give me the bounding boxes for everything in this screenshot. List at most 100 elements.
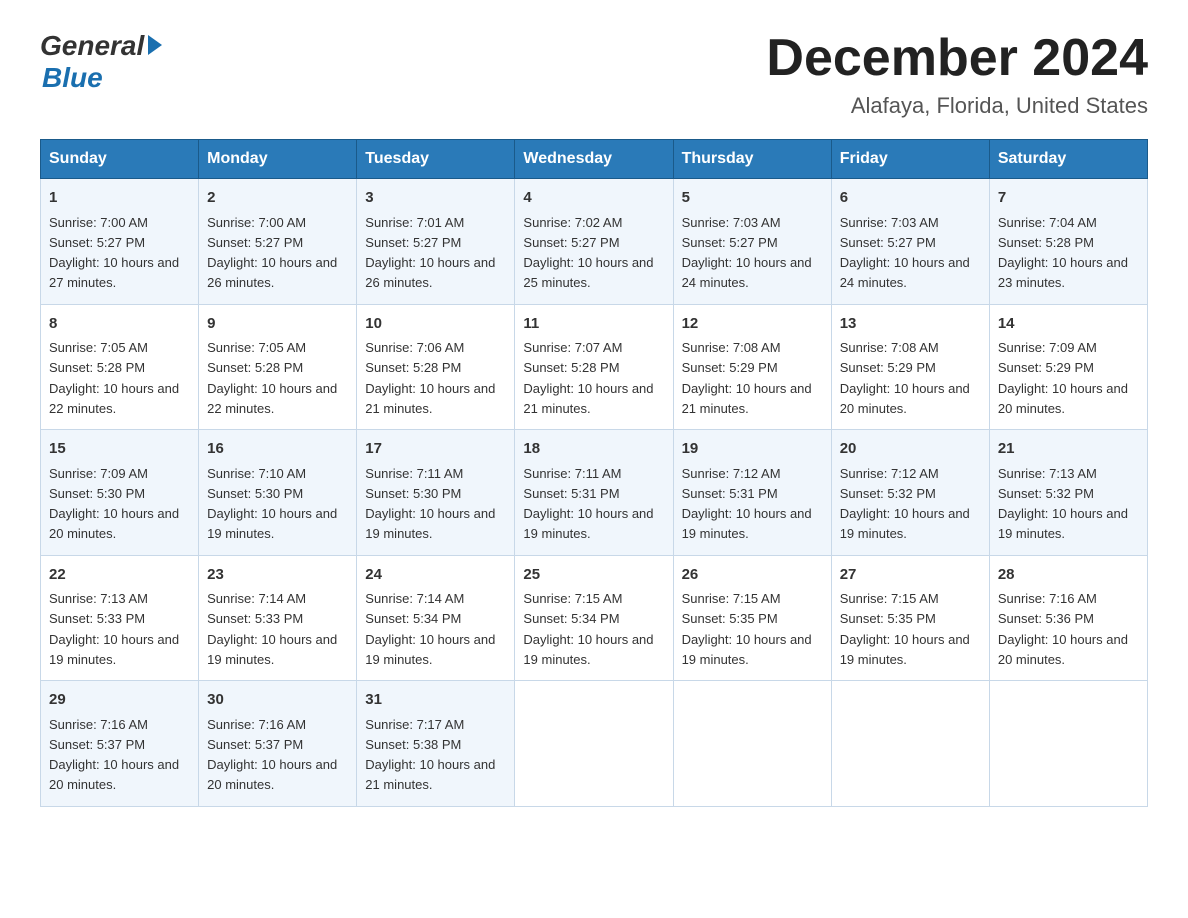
calendar-week-row: 15 Sunrise: 7:09 AMSunset: 5:30 PMDaylig… [41, 430, 1148, 556]
calendar-header-row: Sunday Monday Tuesday Wednesday Thursday… [41, 140, 1148, 179]
calendar-day-cell: 27 Sunrise: 7:15 AMSunset: 5:35 PMDaylig… [831, 555, 989, 681]
day-number: 16 [207, 438, 348, 461]
day-number: 29 [49, 689, 190, 712]
day-info: Sunrise: 7:11 AMSunset: 5:31 PMDaylight:… [523, 466, 653, 542]
day-info: Sunrise: 7:05 AMSunset: 5:28 PMDaylight:… [49, 340, 179, 416]
day-number: 14 [998, 313, 1139, 336]
logo-blue-text: Blue [42, 62, 162, 94]
day-info: Sunrise: 7:06 AMSunset: 5:28 PMDaylight:… [365, 340, 495, 416]
calendar-day-cell: 16 Sunrise: 7:10 AMSunset: 5:30 PMDaylig… [199, 430, 357, 556]
calendar-day-cell [515, 681, 673, 807]
calendar-day-cell [831, 681, 989, 807]
day-info: Sunrise: 7:03 AMSunset: 5:27 PMDaylight:… [840, 215, 970, 291]
day-info: Sunrise: 7:07 AMSunset: 5:28 PMDaylight:… [523, 340, 653, 416]
calendar-day-cell: 22 Sunrise: 7:13 AMSunset: 5:33 PMDaylig… [41, 555, 199, 681]
day-number: 13 [840, 313, 981, 336]
day-number: 18 [523, 438, 664, 461]
calendar-day-cell: 14 Sunrise: 7:09 AMSunset: 5:29 PMDaylig… [989, 304, 1147, 430]
day-info: Sunrise: 7:15 AMSunset: 5:35 PMDaylight:… [682, 591, 812, 667]
calendar-week-row: 22 Sunrise: 7:13 AMSunset: 5:33 PMDaylig… [41, 555, 1148, 681]
calendar-day-cell: 13 Sunrise: 7:08 AMSunset: 5:29 PMDaylig… [831, 304, 989, 430]
day-number: 22 [49, 564, 190, 587]
day-number: 12 [682, 313, 823, 336]
day-info: Sunrise: 7:14 AMSunset: 5:34 PMDaylight:… [365, 591, 495, 667]
day-info: Sunrise: 7:08 AMSunset: 5:29 PMDaylight:… [840, 340, 970, 416]
day-info: Sunrise: 7:10 AMSunset: 5:30 PMDaylight:… [207, 466, 337, 542]
logo: General Blue [40, 30, 162, 94]
calendar-day-cell: 24 Sunrise: 7:14 AMSunset: 5:34 PMDaylig… [357, 555, 515, 681]
day-info: Sunrise: 7:12 AMSunset: 5:31 PMDaylight:… [682, 466, 812, 542]
title-section: December 2024 Alafaya, Florida, United S… [766, 30, 1148, 119]
day-info: Sunrise: 7:16 AMSunset: 5:37 PMDaylight:… [49, 717, 179, 793]
header-saturday: Saturday [989, 140, 1147, 179]
calendar-week-row: 8 Sunrise: 7:05 AMSunset: 5:28 PMDayligh… [41, 304, 1148, 430]
calendar-day-cell [673, 681, 831, 807]
calendar-day-cell: 28 Sunrise: 7:16 AMSunset: 5:36 PMDaylig… [989, 555, 1147, 681]
calendar-day-cell: 7 Sunrise: 7:04 AMSunset: 5:28 PMDayligh… [989, 179, 1147, 305]
day-number: 30 [207, 689, 348, 712]
header-friday: Friday [831, 140, 989, 179]
calendar-day-cell: 10 Sunrise: 7:06 AMSunset: 5:28 PMDaylig… [357, 304, 515, 430]
day-number: 2 [207, 187, 348, 210]
calendar-day-cell: 2 Sunrise: 7:00 AMSunset: 5:27 PMDayligh… [199, 179, 357, 305]
calendar-day-cell: 31 Sunrise: 7:17 AMSunset: 5:38 PMDaylig… [357, 681, 515, 807]
calendar-day-cell: 19 Sunrise: 7:12 AMSunset: 5:31 PMDaylig… [673, 430, 831, 556]
calendar-day-cell: 25 Sunrise: 7:15 AMSunset: 5:34 PMDaylig… [515, 555, 673, 681]
day-number: 15 [49, 438, 190, 461]
calendar-day-cell: 1 Sunrise: 7:00 AMSunset: 5:27 PMDayligh… [41, 179, 199, 305]
calendar-title: December 2024 [766, 30, 1148, 87]
day-number: 17 [365, 438, 506, 461]
day-info: Sunrise: 7:03 AMSunset: 5:27 PMDaylight:… [682, 215, 812, 291]
calendar-day-cell: 12 Sunrise: 7:08 AMSunset: 5:29 PMDaylig… [673, 304, 831, 430]
calendar-day-cell: 29 Sunrise: 7:16 AMSunset: 5:37 PMDaylig… [41, 681, 199, 807]
calendar-day-cell: 18 Sunrise: 7:11 AMSunset: 5:31 PMDaylig… [515, 430, 673, 556]
calendar-day-cell: 20 Sunrise: 7:12 AMSunset: 5:32 PMDaylig… [831, 430, 989, 556]
calendar-day-cell: 23 Sunrise: 7:14 AMSunset: 5:33 PMDaylig… [199, 555, 357, 681]
calendar-day-cell [989, 681, 1147, 807]
calendar-day-cell: 6 Sunrise: 7:03 AMSunset: 5:27 PMDayligh… [831, 179, 989, 305]
day-number: 5 [682, 187, 823, 210]
day-info: Sunrise: 7:02 AMSunset: 5:27 PMDaylight:… [523, 215, 653, 291]
day-info: Sunrise: 7:17 AMSunset: 5:38 PMDaylight:… [365, 717, 495, 793]
header-thursday: Thursday [673, 140, 831, 179]
day-info: Sunrise: 7:09 AMSunset: 5:29 PMDaylight:… [998, 340, 1128, 416]
day-number: 24 [365, 564, 506, 587]
calendar-table: Sunday Monday Tuesday Wednesday Thursday… [40, 139, 1148, 807]
calendar-week-row: 1 Sunrise: 7:00 AMSunset: 5:27 PMDayligh… [41, 179, 1148, 305]
day-number: 4 [523, 187, 664, 210]
day-number: 6 [840, 187, 981, 210]
logo-arrow-icon [148, 35, 162, 55]
day-info: Sunrise: 7:13 AMSunset: 5:32 PMDaylight:… [998, 466, 1128, 542]
header-sunday: Sunday [41, 140, 199, 179]
day-number: 31 [365, 689, 506, 712]
day-number: 26 [682, 564, 823, 587]
logo-general-text: General [40, 30, 144, 62]
calendar-day-cell: 15 Sunrise: 7:09 AMSunset: 5:30 PMDaylig… [41, 430, 199, 556]
day-number: 3 [365, 187, 506, 210]
calendar-day-cell: 9 Sunrise: 7:05 AMSunset: 5:28 PMDayligh… [199, 304, 357, 430]
header-tuesday: Tuesday [357, 140, 515, 179]
day-info: Sunrise: 7:16 AMSunset: 5:36 PMDaylight:… [998, 591, 1128, 667]
day-number: 7 [998, 187, 1139, 210]
day-info: Sunrise: 7:12 AMSunset: 5:32 PMDaylight:… [840, 466, 970, 542]
day-info: Sunrise: 7:01 AMSunset: 5:27 PMDaylight:… [365, 215, 495, 291]
day-info: Sunrise: 7:11 AMSunset: 5:30 PMDaylight:… [365, 466, 495, 542]
calendar-day-cell: 5 Sunrise: 7:03 AMSunset: 5:27 PMDayligh… [673, 179, 831, 305]
calendar-week-row: 29 Sunrise: 7:16 AMSunset: 5:37 PMDaylig… [41, 681, 1148, 807]
calendar-day-cell: 8 Sunrise: 7:05 AMSunset: 5:28 PMDayligh… [41, 304, 199, 430]
calendar-day-cell: 30 Sunrise: 7:16 AMSunset: 5:37 PMDaylig… [199, 681, 357, 807]
day-info: Sunrise: 7:14 AMSunset: 5:33 PMDaylight:… [207, 591, 337, 667]
day-number: 8 [49, 313, 190, 336]
day-info: Sunrise: 7:15 AMSunset: 5:34 PMDaylight:… [523, 591, 653, 667]
day-info: Sunrise: 7:15 AMSunset: 5:35 PMDaylight:… [840, 591, 970, 667]
day-number: 19 [682, 438, 823, 461]
day-number: 11 [523, 313, 664, 336]
day-number: 10 [365, 313, 506, 336]
day-info: Sunrise: 7:16 AMSunset: 5:37 PMDaylight:… [207, 717, 337, 793]
day-info: Sunrise: 7:08 AMSunset: 5:29 PMDaylight:… [682, 340, 812, 416]
day-number: 21 [998, 438, 1139, 461]
calendar-subtitle: Alafaya, Florida, United States [766, 93, 1148, 119]
calendar-day-cell: 26 Sunrise: 7:15 AMSunset: 5:35 PMDaylig… [673, 555, 831, 681]
day-info: Sunrise: 7:09 AMSunset: 5:30 PMDaylight:… [49, 466, 179, 542]
calendar-day-cell: 11 Sunrise: 7:07 AMSunset: 5:28 PMDaylig… [515, 304, 673, 430]
